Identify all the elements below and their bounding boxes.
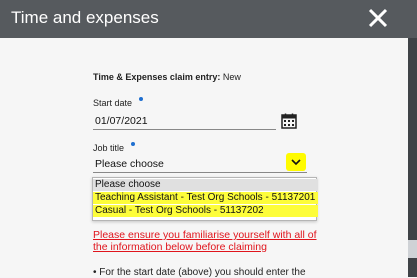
close-icon[interactable] [362,4,394,34]
option-please-choose[interactable]: Please choose [93,179,318,191]
option-teaching-assistant[interactable]: Teaching Assistant - Test Org Schools - … [93,192,318,204]
job-title-dropdown-toggle[interactable] [286,153,306,171]
job-title-underline [93,172,307,173]
close-button[interactable] [362,4,394,34]
dialog-header: Time and expenses [0,0,417,38]
option-casual[interactable]: Casual - Test Org Schools - 51137202 [93,205,318,217]
warning-message[interactable]: Please ensure you familiarise yourself w… [93,229,323,253]
dialog-title: Time and expenses [11,8,159,27]
chevron-down-icon[interactable] [286,153,306,171]
job-title-options: Please choose Teaching Assistant - Test … [92,177,318,221]
start-date-input[interactable]: 01/07/2021 [95,115,148,127]
claim-entry-label: Time & Expenses claim entry: New [93,72,241,82]
background-overlay-light [408,240,417,258]
job-title-select[interactable]: Please choose [95,158,164,170]
calendar-icon[interactable] [281,113,297,129]
claim-entry-value: New [222,72,241,82]
instruction-text: • For the start date (above) you should … [93,267,306,278]
job-title-label: Job title [93,143,125,153]
warning-line-2: the information below before claiming [93,241,267,253]
required-indicator [139,97,143,101]
warning-line-1: Please ensure you familiarise yourself w… [93,229,317,241]
start-date-label: Start date [93,98,133,108]
start-date-underline [93,129,276,130]
required-indicator [131,142,135,146]
claim-entry-label-text: Time & Expenses claim entry: [93,72,221,82]
calendar-button[interactable] [281,113,297,134]
